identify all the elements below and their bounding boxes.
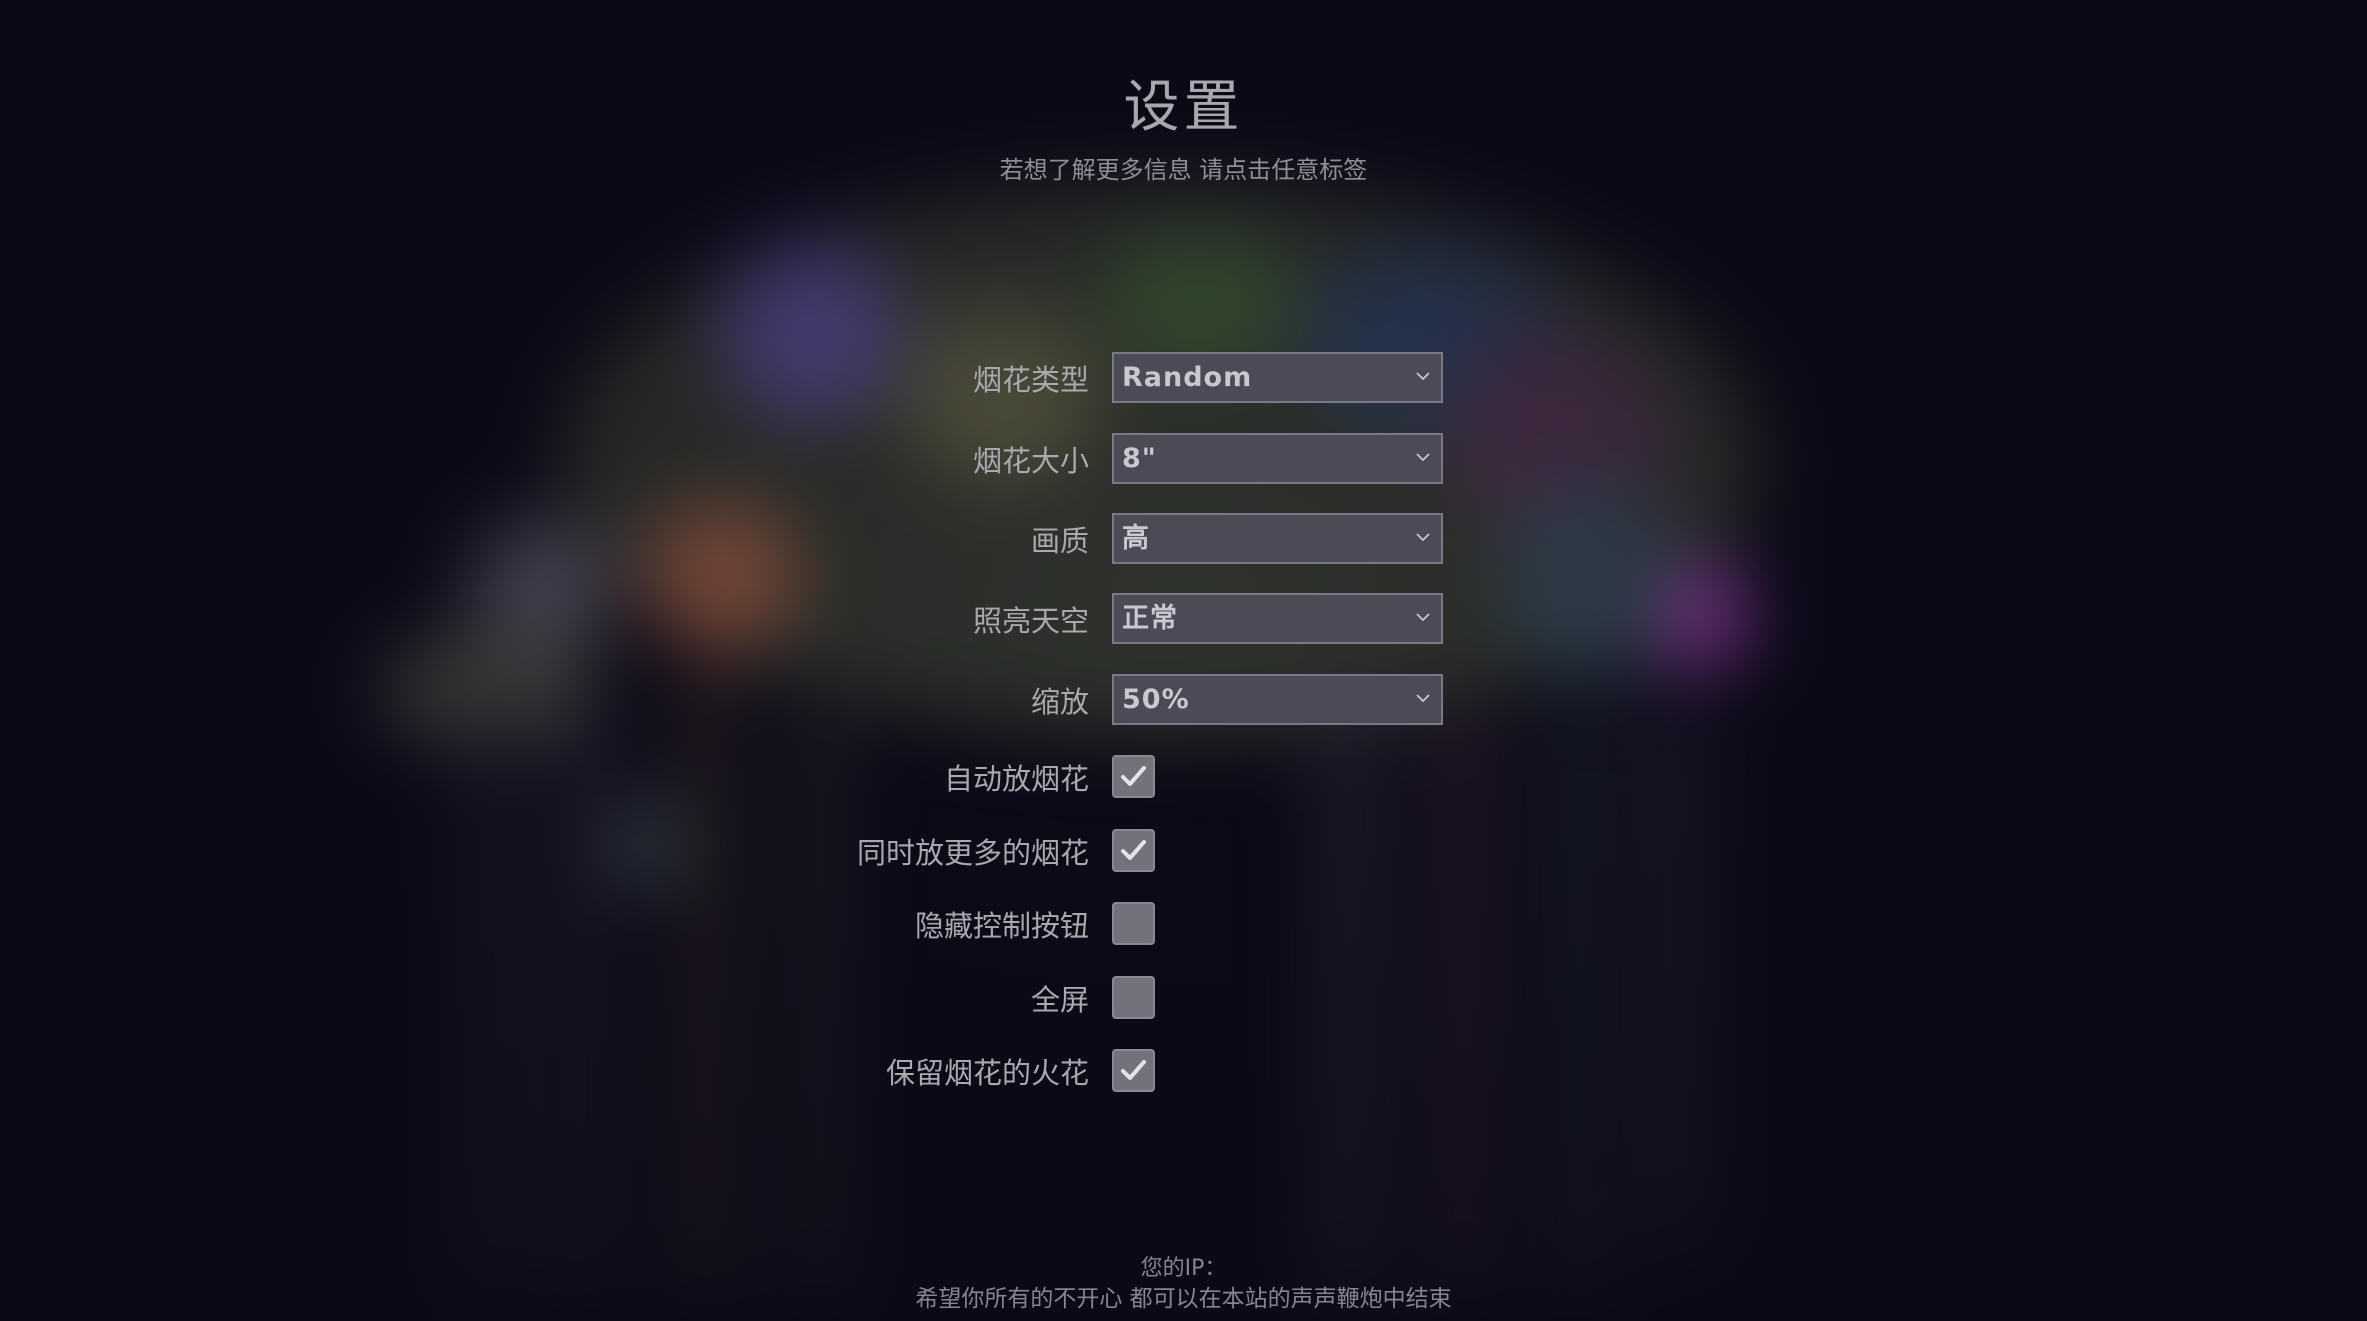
checkmark-icon	[1121, 1060, 1146, 1080]
footer-ip-label: 您的IP：	[1140, 1256, 1227, 1281]
sky-lighting-value: 正常	[1122, 603, 1178, 634]
footer-message: 希望你所有的不开心 都可以在本站的声声鞭炮中结束	[915, 1286, 1452, 1312]
checkmark-icon	[1121, 766, 1146, 786]
settings-screen: 设置 若想了解更多信息 请点击任意标签 烟花类型 Random 烟花大小 8" …	[0, 0, 2367, 1321]
hide-controls-checkbox[interactable]	[1112, 902, 1155, 945]
shell-type-value: Random	[1122, 362, 1253, 393]
finale-mode-label[interactable]: 同时放更多的烟花	[857, 830, 1089, 872]
fullscreen-checkbox[interactable]	[1112, 976, 1155, 1019]
shell-type-label[interactable]: 烟花类型	[973, 357, 1089, 399]
shell-size-select[interactable]: 8"	[1112, 433, 1443, 484]
hide-controls-label[interactable]: 隐藏控制按钮	[915, 903, 1089, 945]
long-exposure-label[interactable]: 保留烟花的火花	[886, 1050, 1089, 1092]
quality-value: 高	[1122, 523, 1150, 554]
shell-type-select[interactable]: Random	[1112, 352, 1443, 403]
long-exposure-checkbox[interactable]	[1112, 1049, 1155, 1092]
quality-select[interactable]: 高	[1112, 513, 1443, 564]
sky-lighting-select[interactable]: 正常	[1112, 593, 1443, 644]
chevron-down-icon	[1416, 453, 1430, 462]
fullscreen-label[interactable]: 全屏	[1031, 977, 1089, 1019]
auto-launch-label[interactable]: 自动放烟花	[944, 756, 1089, 798]
quality-label[interactable]: 画质	[1031, 518, 1089, 560]
chevron-down-icon	[1416, 694, 1430, 703]
auto-launch-checkbox[interactable]	[1112, 755, 1155, 798]
shell-size-value: 8"	[1122, 443, 1157, 474]
checkmark-icon	[1121, 840, 1146, 860]
chevron-down-icon	[1416, 613, 1430, 622]
chevron-down-icon	[1416, 372, 1430, 381]
scale-value: 50%	[1122, 684, 1190, 715]
finale-mode-checkbox[interactable]	[1112, 829, 1155, 872]
sky-lighting-label[interactable]: 照亮天空	[973, 598, 1089, 640]
shell-size-label[interactable]: 烟花大小	[973, 438, 1089, 480]
chevron-down-icon	[1416, 533, 1430, 542]
settings-form: 烟花类型 Random 烟花大小 8" 画质 高 照亮天空 正常 缩放 50%	[0, 0, 2367, 1321]
scale-select[interactable]: 50%	[1112, 674, 1443, 725]
scale-label[interactable]: 缩放	[1031, 679, 1089, 721]
